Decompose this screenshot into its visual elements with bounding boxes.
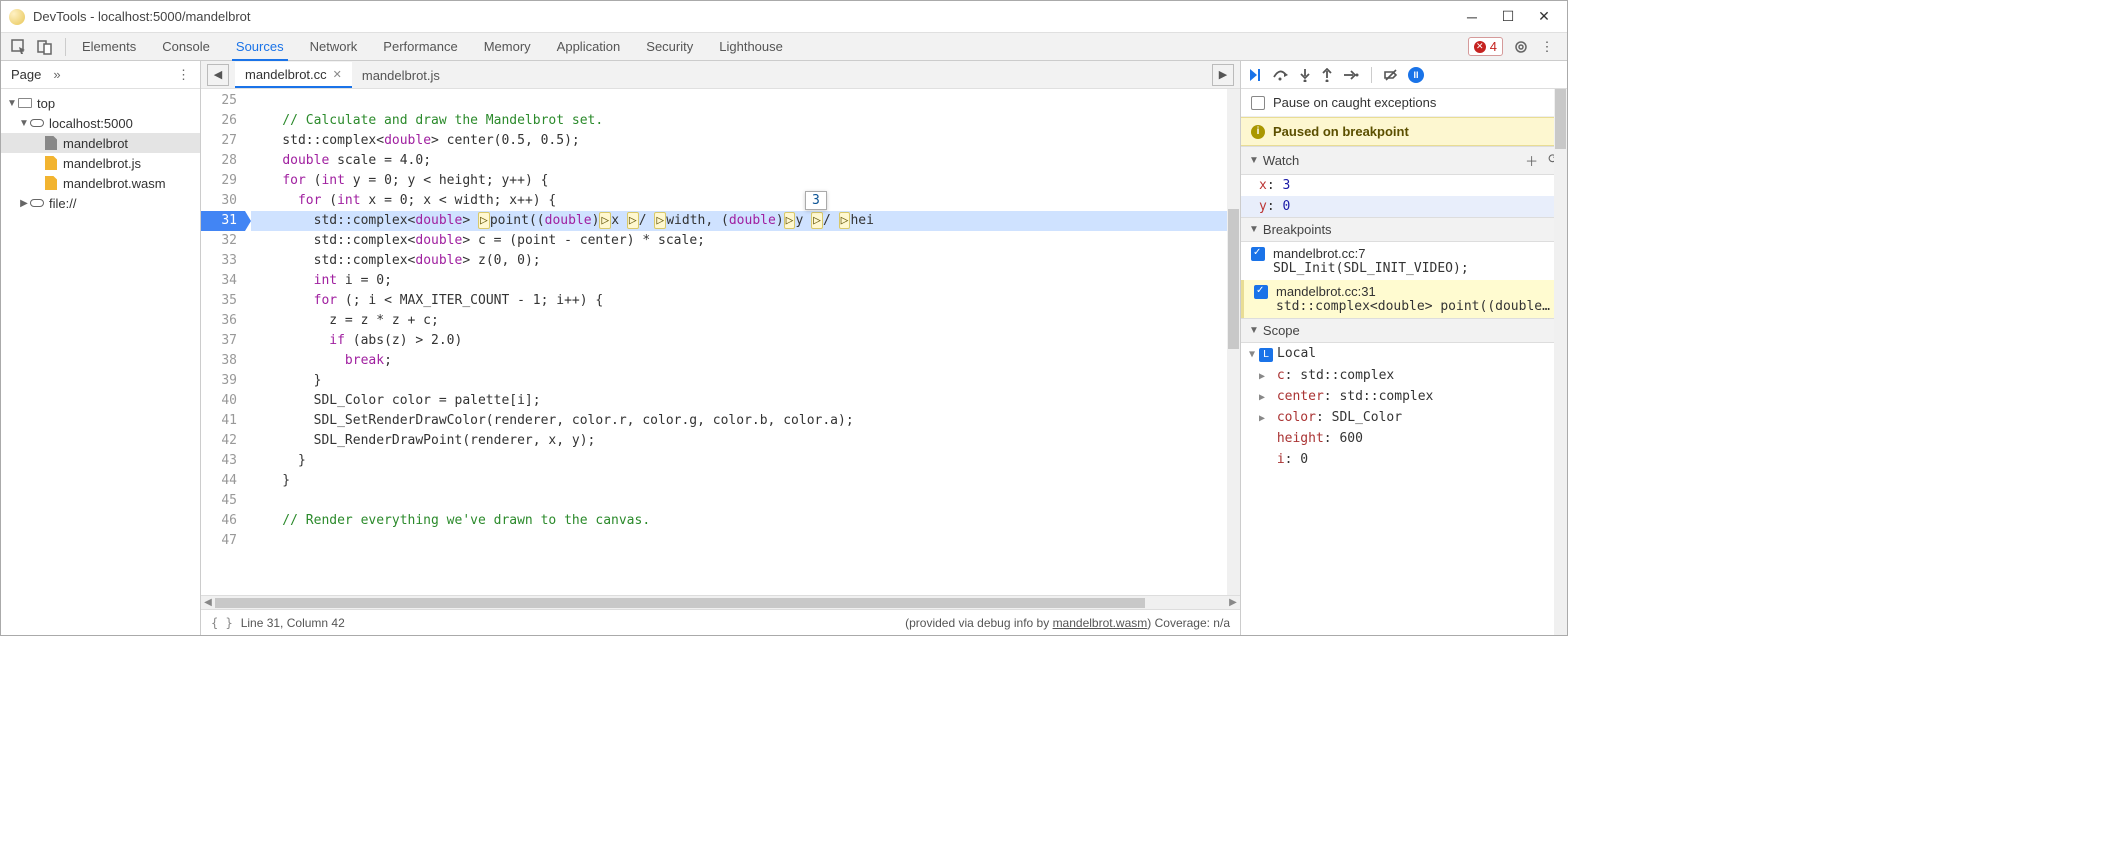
editor-statusbar: { } Line 31, Column 42 (provided via deb… — [201, 609, 1240, 635]
scrollbar-thumb[interactable] — [215, 598, 1145, 608]
scroll-right-icon[interactable]: ▶ — [1226, 597, 1240, 608]
code-area[interactable]: // Calculate and draw the Mandelbrot set… — [245, 89, 1240, 551]
error-count: 4 — [1490, 39, 1497, 54]
window-icon — [18, 98, 32, 108]
main-toolbar: Elements Console Sources Network Perform… — [1, 33, 1567, 61]
step-out-icon[interactable] — [1321, 68, 1333, 82]
navigator-pane: Page » ⋮ ▼top ▼localhost:5000 mandelbrot… — [1, 61, 201, 635]
local-badge-icon: L — [1259, 348, 1273, 362]
maximize-button[interactable]: ☐ — [1501, 10, 1515, 24]
watch-header[interactable]: ▼Watch ＋⟳ — [1241, 146, 1567, 175]
file-icon — [45, 156, 57, 170]
kebab-icon[interactable]: ⋮ — [1535, 35, 1559, 59]
paused-banner: i Paused on breakpoint — [1241, 117, 1567, 146]
file-tab-active[interactable]: mandelbrot.cc✕ — [235, 62, 352, 88]
cloud-icon — [30, 199, 44, 207]
minimize-button[interactable]: ─ — [1465, 10, 1479, 24]
tree-file-origin[interactable]: ▶file:// — [1, 193, 200, 213]
scope-variable[interactable]: height: 600 — [1241, 428, 1567, 449]
pause-on-exceptions-icon[interactable]: II — [1408, 67, 1424, 83]
step-over-icon[interactable] — [1273, 69, 1289, 81]
scope-variable[interactable]: ▶ color: SDL_Color — [1241, 407, 1567, 428]
vertical-scrollbar[interactable] — [1554, 89, 1567, 635]
checkbox[interactable] — [1254, 285, 1268, 299]
editor-pane: ◀ mandelbrot.cc✕ mandelbrot.js ▶ 2526272… — [201, 61, 1241, 635]
watch-item[interactable]: x: 3 — [1241, 175, 1567, 196]
window-title: DevTools - localhost:5000/mandelbrot — [33, 9, 1465, 24]
pause-on-caught-row[interactable]: Pause on caught exceptions — [1241, 89, 1567, 117]
tab-security[interactable]: Security — [642, 33, 697, 61]
file-tree: ▼top ▼localhost:5000 mandelbrot mandelbr… — [1, 89, 200, 217]
tab-application[interactable]: Application — [553, 33, 625, 61]
tree-file-mandelbrot-js[interactable]: mandelbrot.js — [1, 153, 200, 173]
breakpoint-item-active[interactable]: mandelbrot.cc:31 std::complex<double> po… — [1241, 280, 1567, 318]
error-badge[interactable]: ✕ 4 — [1468, 37, 1503, 56]
inspect-icon[interactable] — [7, 35, 31, 59]
resume-icon[interactable] — [1249, 68, 1263, 82]
file-icon — [45, 136, 57, 150]
scope-local[interactable]: ▼LLocal — [1241, 343, 1567, 365]
scroll-left-icon[interactable]: ◀ — [201, 597, 215, 608]
debugger-pane: II Pause on caught exceptions i Paused o… — [1241, 61, 1567, 635]
error-icon: ✕ — [1474, 41, 1486, 53]
tab-elements[interactable]: Elements — [78, 33, 140, 61]
divider — [65, 38, 66, 56]
tab-console[interactable]: Console — [158, 33, 214, 61]
close-icon[interactable]: ✕ — [333, 68, 342, 81]
tab-sources[interactable]: Sources — [232, 33, 288, 61]
file-icon — [45, 176, 57, 190]
tab-memory[interactable]: Memory — [480, 33, 535, 61]
close-button[interactable]: ✕ — [1537, 10, 1551, 24]
checkbox[interactable] — [1251, 247, 1265, 261]
gear-icon[interactable] — [1509, 35, 1533, 59]
nav-toggle-right-icon[interactable]: ▶ — [1212, 64, 1234, 86]
vertical-scrollbar[interactable] — [1227, 89, 1240, 595]
checkbox[interactable] — [1251, 96, 1265, 110]
wasm-link[interactable]: mandelbrot.wasm — [1053, 616, 1148, 630]
device-toggle-icon[interactable] — [33, 35, 57, 59]
tab-network[interactable]: Network — [306, 33, 362, 61]
tree-top[interactable]: ▼top — [1, 93, 200, 113]
scope-variable[interactable]: ▶ c: std::complex — [1241, 365, 1567, 386]
file-tab-other[interactable]: mandelbrot.js — [352, 63, 450, 87]
info-icon: i — [1251, 125, 1265, 139]
tree-file-mandelbrot[interactable]: mandelbrot — [1, 133, 200, 153]
tree-origin[interactable]: ▼localhost:5000 — [1, 113, 200, 133]
navigator-tab-page[interactable]: Page — [11, 67, 41, 82]
value-tooltip: 3 — [805, 191, 827, 210]
breakpoint-item[interactable]: mandelbrot.cc:7 SDL_Init(SDL_INIT_VIDEO)… — [1241, 242, 1567, 280]
scope-variable[interactable]: ▶ center: std::complex — [1241, 386, 1567, 407]
code-editor[interactable]: 2526272829303132333435363738394041424344… — [201, 89, 1240, 595]
debug-source-info: (provided via debug info by mandelbrot.w… — [905, 616, 1230, 630]
horizontal-scrollbar[interactable]: ◀ ▶ — [201, 595, 1240, 609]
scrollbar-thumb[interactable] — [1555, 89, 1566, 149]
scope-header[interactable]: ▼Scope — [1241, 318, 1567, 343]
navigator-header: Page » ⋮ — [1, 61, 200, 89]
file-tabs: ◀ mandelbrot.cc✕ mandelbrot.js ▶ — [201, 61, 1240, 89]
kebab-icon[interactable]: ⋮ — [177, 67, 190, 83]
step-into-icon[interactable] — [1299, 68, 1311, 82]
add-watch-icon[interactable]: ＋ — [1525, 151, 1538, 170]
scrollbar-thumb[interactable] — [1228, 209, 1239, 349]
tab-lighthouse[interactable]: Lighthouse — [715, 33, 787, 61]
tree-file-mandelbrot-wasm[interactable]: mandelbrot.wasm — [1, 173, 200, 193]
cursor-position: Line 31, Column 42 — [241, 616, 345, 630]
nav-toggle-left-icon[interactable]: ◀ — [207, 64, 229, 86]
pretty-print-icon[interactable]: { } — [211, 616, 233, 630]
gutter[interactable]: 2526272829303132333435363738394041424344… — [201, 89, 245, 595]
chevron-right-icon[interactable]: » — [53, 67, 60, 82]
panel-tabs: Elements Console Sources Network Perform… — [72, 33, 1468, 61]
app-icon — [9, 9, 25, 25]
debug-controls: II — [1241, 61, 1567, 89]
scope-variable[interactable]: i: 0 — [1241, 449, 1567, 470]
watch-item[interactable]: y: 0 — [1241, 196, 1567, 217]
step-icon[interactable] — [1343, 69, 1359, 81]
tab-performance[interactable]: Performance — [379, 33, 461, 61]
titlebar: DevTools - localhost:5000/mandelbrot ─ ☐… — [1, 1, 1567, 33]
cloud-icon — [30, 119, 44, 127]
breakpoints-header[interactable]: ▼Breakpoints — [1241, 217, 1567, 242]
deactivate-breakpoints-icon[interactable] — [1384, 68, 1398, 82]
